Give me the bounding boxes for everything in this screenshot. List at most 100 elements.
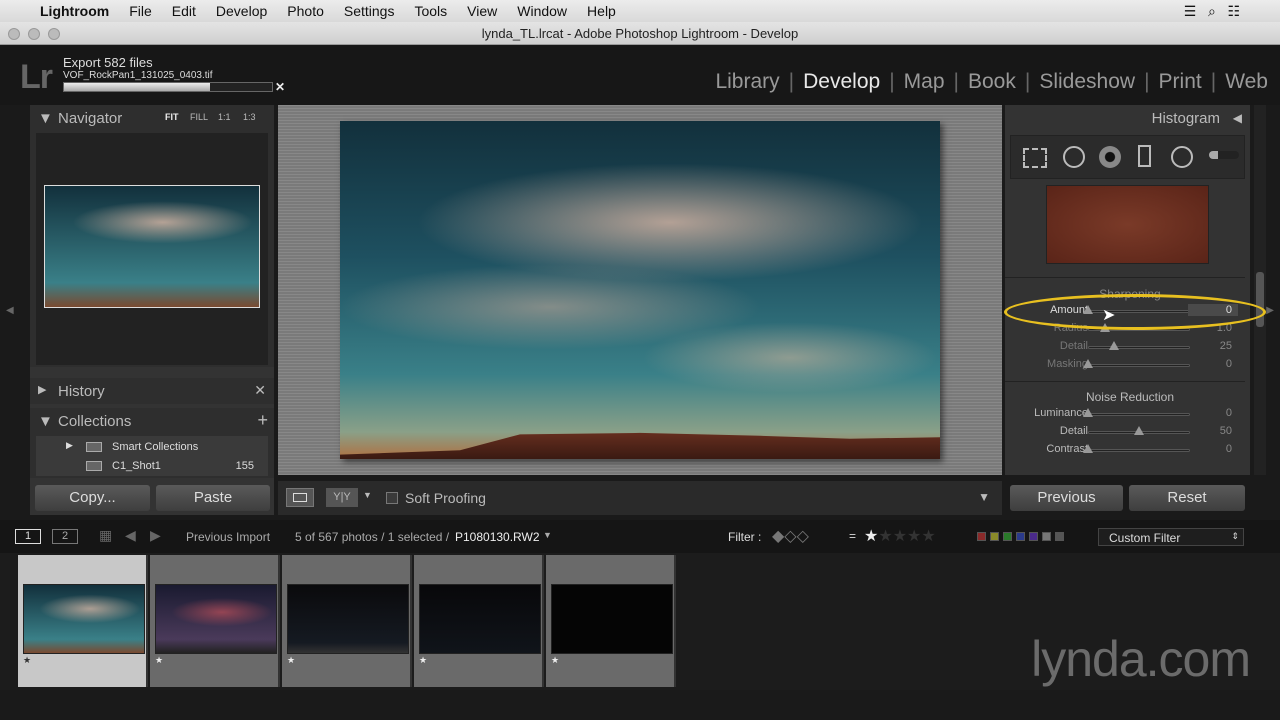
menu-help[interactable]: Help xyxy=(587,3,616,19)
slider-thumb[interactable] xyxy=(1083,444,1093,453)
zoom-window-button[interactable] xyxy=(48,28,60,40)
detail-preview[interactable] xyxy=(1046,185,1209,264)
menu-view[interactable]: View xyxy=(467,3,497,19)
menu-develop[interactable]: Develop xyxy=(216,3,267,19)
slider-track[interactable] xyxy=(1088,449,1190,452)
filmstrip-thumbnail[interactable]: ★ xyxy=(18,555,148,687)
module-develop[interactable]: Develop xyxy=(803,70,880,94)
slider-track[interactable] xyxy=(1088,346,1190,349)
slider-value[interactable]: 0 xyxy=(1226,407,1232,419)
minimize-window-button[interactable] xyxy=(28,28,40,40)
slider-value[interactable]: 50 xyxy=(1220,425,1232,437)
crop-tool-icon[interactable] xyxy=(1023,148,1047,168)
flag-filter-icons[interactable]: ◆◇◇ xyxy=(772,526,809,546)
filmstrip-thumbnail[interactable]: ★ xyxy=(282,555,412,687)
clear-history-icon[interactable]: ✕ xyxy=(254,382,266,399)
menu-settings[interactable]: Settings xyxy=(344,3,395,19)
collections-title[interactable]: Collections xyxy=(58,413,131,430)
expand-icon[interactable]: ▶ xyxy=(66,440,73,451)
soft-proofing-checkbox[interactable] xyxy=(386,492,398,504)
collections-toggle-icon[interactable]: ▼ xyxy=(38,413,53,430)
color-label-filter[interactable] xyxy=(1055,532,1064,541)
radial-filter-icon[interactable] xyxy=(1171,146,1193,168)
before-after-dropdown-icon[interactable]: ▼ xyxy=(363,490,372,500)
slider-contrast[interactable]: Contrast 0 xyxy=(1010,441,1240,459)
right-panel-collapse-icon[interactable]: ▶ xyxy=(1266,305,1274,316)
close-window-button[interactable] xyxy=(8,28,20,40)
add-collection-icon[interactable]: + xyxy=(257,410,268,431)
spot-removal-icon[interactable] xyxy=(1063,146,1085,168)
previous-button[interactable]: Previous xyxy=(1010,485,1123,511)
adjustment-brush-icon[interactable] xyxy=(1209,151,1239,159)
history-title[interactable]: History xyxy=(58,383,105,400)
module-print[interactable]: Print xyxy=(1159,70,1202,94)
menu-photo[interactable]: Photo xyxy=(287,3,324,19)
slider-detail[interactable]: Detail 25 xyxy=(1010,338,1240,356)
slider-thumb[interactable] xyxy=(1108,341,1119,350)
main-window-button[interactable]: 1 xyxy=(15,529,41,544)
second-window-button[interactable]: 2 xyxy=(52,529,78,544)
graduated-filter-icon[interactable] xyxy=(1138,145,1151,167)
slider-thumb[interactable] xyxy=(1134,426,1144,435)
star-filter-icon[interactable]: ★★★★★ xyxy=(864,526,936,546)
color-label-filter[interactable] xyxy=(1029,532,1038,541)
right-panel-scrollbar[interactable] xyxy=(1254,105,1266,475)
list-item[interactable]: C1_Shot1 155 xyxy=(36,457,268,475)
slider-value[interactable]: 25 xyxy=(1220,340,1232,352)
slider-luminance[interactable]: Luminance 0 xyxy=(1010,405,1240,423)
zoom-1-1[interactable]: 1:1 xyxy=(218,112,231,122)
reset-button[interactable]: Reset xyxy=(1129,485,1245,511)
color-label-filter[interactable] xyxy=(1042,532,1051,541)
slider-track[interactable] xyxy=(1088,413,1190,416)
paste-button[interactable]: Paste xyxy=(156,485,270,511)
color-label-filter[interactable] xyxy=(990,532,999,541)
back-arrow-icon[interactable]: ◀ xyxy=(125,527,136,544)
grid-view-icon[interactable]: ▦ xyxy=(99,527,112,544)
slider-track[interactable] xyxy=(1088,364,1190,367)
zoom-fit[interactable]: FIT xyxy=(165,112,179,122)
copy-button[interactable]: Copy... xyxy=(35,485,150,511)
source-label[interactable]: Previous Import xyxy=(186,530,270,544)
menu-file[interactable]: File xyxy=(129,3,152,19)
module-slideshow[interactable]: Slideshow xyxy=(1039,70,1135,94)
selected-filename[interactable]: P1080130.RW2 xyxy=(455,530,540,544)
custom-filter-dropdown[interactable]: Custom Filter ⇕ xyxy=(1098,528,1244,546)
zoom-1-3[interactable]: 1:3 xyxy=(243,112,256,122)
menu-window[interactable]: Window xyxy=(517,3,567,19)
slider-value[interactable]: 0 xyxy=(1226,443,1232,455)
menu-edit[interactable]: Edit xyxy=(172,3,196,19)
filmstrip-thumbnail[interactable]: ★ xyxy=(546,555,676,687)
left-panel-collapse-icon[interactable]: ◀ xyxy=(6,305,14,316)
red-eye-icon[interactable] xyxy=(1099,146,1121,168)
slider-value[interactable]: 0 xyxy=(1226,358,1232,370)
module-map[interactable]: Map xyxy=(904,70,945,94)
slider-masking[interactable]: Masking 0 xyxy=(1010,356,1240,374)
color-label-filter[interactable] xyxy=(1016,532,1025,541)
slider-thumb[interactable] xyxy=(1083,359,1093,368)
slider-thumb[interactable] xyxy=(1083,408,1093,417)
menu-app[interactable]: Lightroom xyxy=(40,3,109,19)
navigator-title[interactable]: Navigator xyxy=(58,110,122,127)
loupe-view-button[interactable] xyxy=(286,488,314,507)
main-photo[interactable] xyxy=(340,121,940,459)
filename-dropdown-icon[interactable]: ▼ xyxy=(543,530,552,540)
filmstrip-thumbnail[interactable]: ★ xyxy=(414,555,544,687)
menu-tools[interactable]: Tools xyxy=(414,3,447,19)
cancel-export-icon[interactable]: ✕ xyxy=(275,80,285,94)
rating-operator[interactable]: = xyxy=(849,529,856,543)
histogram-collapse-icon[interactable]: ◀ xyxy=(1233,111,1242,125)
toolbar-menu-icon[interactable]: ▼ xyxy=(978,490,990,504)
list-item[interactable]: ▶ Smart Collections xyxy=(36,438,268,456)
module-book[interactable]: Book xyxy=(968,70,1016,94)
color-label-filter[interactable] xyxy=(977,532,986,541)
history-panel-header[interactable]: ▶ History ✕ xyxy=(30,378,274,404)
color-label-filter[interactable] xyxy=(1003,532,1012,541)
slider-detail[interactable]: Detail 50 xyxy=(1010,423,1240,441)
zoom-fill[interactable]: FILL xyxy=(190,112,208,122)
histogram-title[interactable]: Histogram xyxy=(1152,110,1220,127)
forward-arrow-icon[interactable]: ▶ xyxy=(150,527,161,544)
history-toggle-icon[interactable]: ▶ xyxy=(38,383,46,396)
filmstrip-thumbnail[interactable]: ★ xyxy=(150,555,280,687)
navigator-preview[interactable] xyxy=(36,133,268,365)
module-library[interactable]: Library xyxy=(715,70,779,94)
